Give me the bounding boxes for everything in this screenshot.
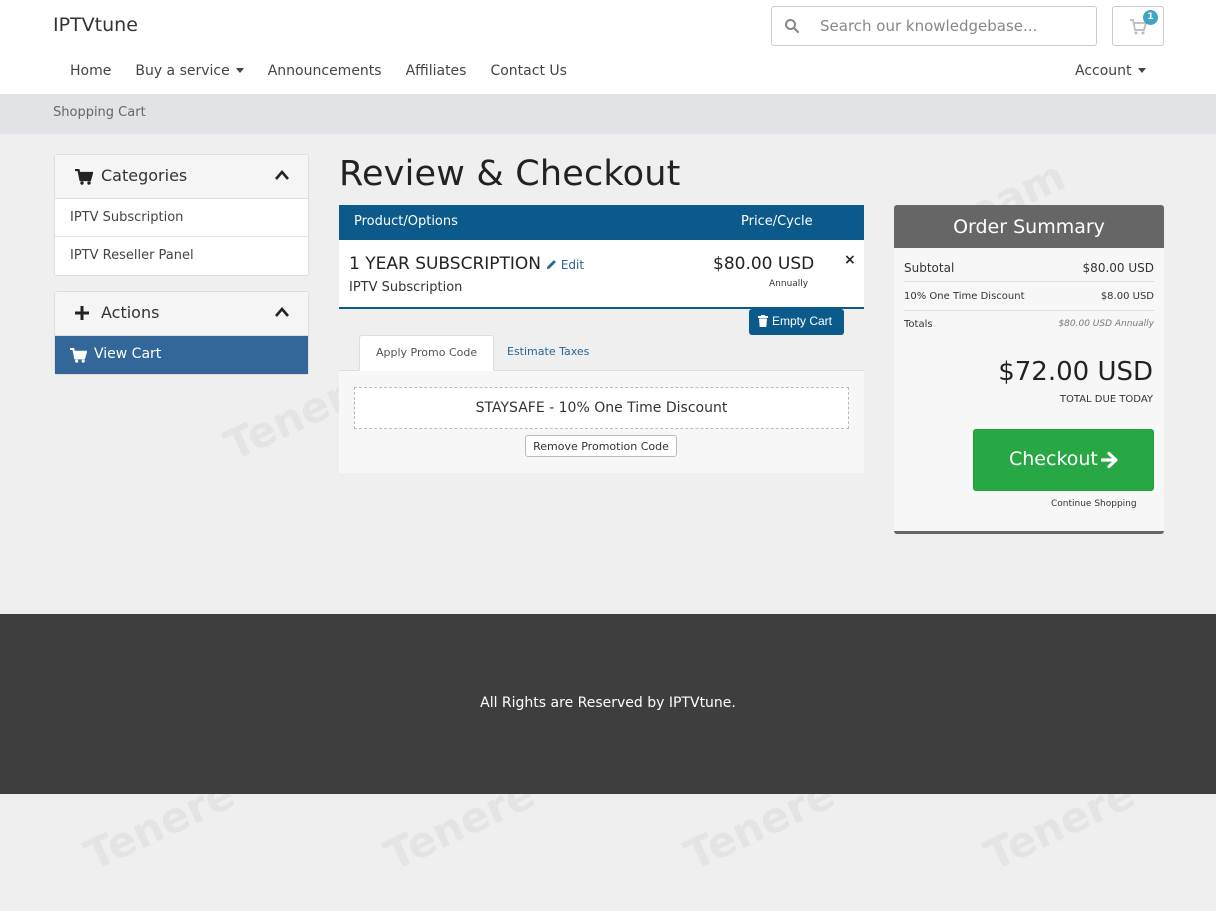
cart-table-header: Product/Options Price/Cycle bbox=[339, 205, 864, 240]
chevron-up-icon[interactable] bbox=[274, 169, 290, 181]
footer-copyright: All Rights are Reserved by IPTVtune. bbox=[480, 695, 736, 711]
breadcrumb: Shopping Cart bbox=[53, 105, 146, 120]
product-group: IPTV Subscription bbox=[349, 280, 463, 295]
categories-panel: Categories IPTV Subscription IPTV Resell… bbox=[54, 154, 309, 276]
continue-shopping-link[interactable]: Continue Shopping bbox=[1051, 499, 1137, 509]
cart-item-row: 1 YEAR SUBSCRIPTION Edit IPTV Subscripti… bbox=[339, 240, 864, 309]
nav-contact[interactable]: Contact Us bbox=[490, 63, 566, 79]
caret-down-icon bbox=[235, 67, 244, 73]
main-nav: Home Buy a service Announcements Affilia… bbox=[58, 63, 579, 79]
remove-item-button[interactable]: × bbox=[844, 252, 856, 268]
caret-down-icon bbox=[1137, 67, 1146, 73]
product-price: $80.00 USD bbox=[713, 254, 815, 274]
billing-cycle: Annually bbox=[769, 279, 809, 289]
view-cart-label: View Cart bbox=[94, 346, 162, 362]
totals-row: Totals $80.00 USD Annually bbox=[904, 311, 1154, 339]
actions-header[interactable]: Actions bbox=[55, 292, 308, 336]
nav-home[interactable]: Home bbox=[70, 63, 111, 79]
column-product: Product/Options bbox=[354, 214, 458, 229]
empty-cart-button[interactable]: Empty Cart bbox=[749, 309, 844, 335]
search-input[interactable] bbox=[808, 14, 1088, 38]
actions-panel: Actions View Cart bbox=[54, 291, 309, 375]
edit-label: Edit bbox=[560, 258, 585, 272]
nav-buy-service-label: Buy a service bbox=[135, 63, 230, 79]
trash-icon bbox=[758, 315, 768, 327]
subtotal-value: $80.00 USD bbox=[1082, 261, 1154, 275]
cart-count-badge: 1 bbox=[1143, 10, 1158, 25]
category-iptv-reseller-panel[interactable]: IPTV Reseller Panel bbox=[55, 237, 308, 275]
categories-title: Categories bbox=[101, 166, 188, 185]
arrow-right-icon bbox=[1101, 451, 1118, 469]
order-summary: Order Summary Subtotal $80.00 USD 10% On… bbox=[894, 205, 1164, 534]
cart-button[interactable]: 1 bbox=[1112, 6, 1164, 46]
applied-promo-code: STAYSAFE - 10% One Time Discount bbox=[354, 387, 849, 429]
pencil-icon bbox=[546, 260, 556, 270]
empty-cart-label: Empty Cart bbox=[772, 314, 833, 328]
search-icon bbox=[785, 19, 800, 34]
remove-promo-button[interactable]: Remove Promotion Code bbox=[525, 435, 677, 457]
tab-apply-promo[interactable]: Apply Promo Code bbox=[359, 335, 495, 371]
discount-value: $8.00 USD bbox=[1100, 291, 1154, 302]
action-view-cart[interactable]: View Cart bbox=[55, 336, 308, 374]
subtotal-row: Subtotal $80.00 USD bbox=[904, 254, 1154, 282]
site-logo[interactable]: IPTVtune bbox=[53, 14, 138, 36]
edit-link[interactable]: Edit bbox=[546, 258, 584, 272]
promo-section: Apply Promo Code Estimate Taxes STAYSAFE… bbox=[339, 335, 864, 475]
checkout-label: Checkout bbox=[1009, 448, 1098, 470]
nav-announcements[interactable]: Announcements bbox=[268, 63, 382, 79]
chevron-up-icon[interactable] bbox=[274, 306, 290, 318]
actions-title: Actions bbox=[101, 303, 160, 322]
discount-label: 10% One Time Discount bbox=[904, 291, 1025, 302]
subtotal-label: Subtotal bbox=[904, 261, 955, 275]
nav-account[interactable]: Account bbox=[1075, 63, 1146, 79]
totals-value: $80.00 USD Annually bbox=[1058, 319, 1154, 329]
nav-buy-service[interactable]: Buy a service bbox=[135, 63, 244, 79]
cart-icon bbox=[75, 169, 93, 185]
breadcrumb-bar: Shopping Cart bbox=[0, 94, 1216, 134]
totals-label: Totals bbox=[904, 319, 933, 330]
promo-panel: STAYSAFE - 10% One Time Discount Remove … bbox=[339, 370, 864, 473]
top-header: IPTVtune 1 Home Buy a service Announceme… bbox=[0, 0, 1216, 94]
tab-estimate-taxes[interactable]: Estimate Taxes bbox=[491, 335, 605, 371]
discount-row: 10% One Time Discount $8.00 USD bbox=[904, 283, 1154, 311]
total-due-amount: $72.00 USD bbox=[998, 357, 1153, 387]
categories-header[interactable]: Categories bbox=[55, 155, 308, 199]
page-title: Review & Checkout bbox=[339, 154, 681, 194]
plus-icon bbox=[75, 306, 89, 320]
cart-icon bbox=[70, 348, 87, 363]
nav-affiliates[interactable]: Affiliates bbox=[406, 63, 467, 79]
product-name: 1 YEAR SUBSCRIPTION bbox=[349, 254, 542, 274]
cart-table: Product/Options Price/Cycle 1 YEAR SUBSC… bbox=[339, 205, 864, 309]
order-summary-title: Order Summary bbox=[894, 205, 1164, 248]
category-iptv-subscription[interactable]: IPTV Subscription bbox=[55, 199, 308, 237]
account-label: Account bbox=[1075, 63, 1132, 79]
column-price: Price/Cycle bbox=[741, 214, 813, 229]
checkout-button[interactable]: Checkout bbox=[973, 429, 1154, 491]
total-due-label: TOTAL DUE TODAY bbox=[1059, 394, 1153, 405]
search-box[interactable] bbox=[771, 6, 1097, 46]
footer: All Rights are Reserved by IPTVtune. bbox=[0, 614, 1216, 794]
